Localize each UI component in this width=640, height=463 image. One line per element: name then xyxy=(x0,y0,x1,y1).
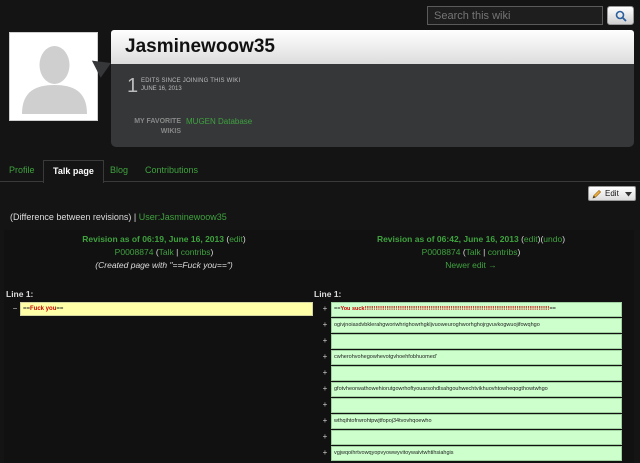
added-marker: + xyxy=(322,416,328,425)
added-line-pre: wthqihtofrwrohtpwjtfopoj34tvovhqoewho xyxy=(334,418,432,424)
profile-tabs: Profile Talk page Blog Contributions xyxy=(0,160,640,183)
tab-talk-page[interactable]: Talk page xyxy=(43,160,104,183)
added-line-pre: gfotvheorwathowehiorutgowrhoftyouarsohdl… xyxy=(334,386,548,392)
search-input[interactable] xyxy=(427,6,603,25)
added-line-red: You suck!!!!!!!!!!!!!!!!!!!!!!!!!!!!!!!!… xyxy=(340,306,550,312)
tab-profile[interactable]: Profile xyxy=(9,165,35,175)
added-line-pre: vgjwqoihrtvowqyopvyowwyvitoywaivtwhtihsi… xyxy=(334,450,454,456)
old-revision-comment: (Created page with "==Fuck you==") xyxy=(95,260,233,270)
new-revision-contribs-link[interactable]: contribs xyxy=(488,247,518,257)
removed-line-suffix: == xyxy=(56,306,64,312)
new-revision-title[interactable]: Revision as of 06:42, June 16, 2013 xyxy=(377,234,519,244)
chevron-down-icon xyxy=(625,192,632,197)
new-line-number: Line 1: xyxy=(314,289,342,299)
old-revision-edit-link[interactable]: edit xyxy=(229,234,243,244)
added-line xyxy=(331,334,622,349)
added-line xyxy=(331,366,622,381)
pencil-icon xyxy=(592,189,602,199)
removed-line-prefix: == xyxy=(23,306,31,312)
old-revision-info: Revision as of 06:19, June 16, 2013 (edi… xyxy=(9,233,319,272)
added-marker: + xyxy=(322,352,328,361)
new-revision-talk-link[interactable]: Talk xyxy=(466,247,481,257)
favorite-wiki-link[interactable]: MUGEN Database xyxy=(186,117,252,126)
profile-stats-panel: 1 EDITS SINCE JOINING THIS WIKI JUNE 16,… xyxy=(111,64,634,147)
added-marker: + xyxy=(322,336,328,345)
user-page-link[interactable]: User:Jasminewoow35 xyxy=(139,212,227,222)
diff-header: (Difference between revisions) | User:Ja… xyxy=(10,212,227,222)
added-line: wthqihtofrwrohtpwjtfopoj34tvovhqoewho xyxy=(331,414,622,429)
edit-button-label: Edit xyxy=(605,189,619,198)
edit-button[interactable]: Edit xyxy=(588,186,623,201)
avatar xyxy=(9,32,98,121)
added-marker: + xyxy=(322,432,328,441)
favorite-label-line2: WIKIS xyxy=(160,128,181,135)
favorite-wikis-label: MY FAVORITE WIKIS xyxy=(127,117,181,137)
old-revision-contribs-link[interactable]: contribs xyxy=(181,247,211,257)
removed-line-changed-text: Fuck you xyxy=(30,306,57,312)
added-line: vgjwqoihrtvowqyopvyowwyvitoywaivtwhtihsi… xyxy=(331,446,622,461)
diff-table: Revision as of 06:19, June 16, 2013 (edi… xyxy=(4,230,634,463)
tab-blog[interactable]: Blog xyxy=(110,165,128,175)
added-marker: + xyxy=(322,320,328,329)
added-marker: + xyxy=(322,400,328,409)
edit-count: 1 xyxy=(127,75,139,97)
added-line xyxy=(331,398,622,413)
old-line-number: Line 1: xyxy=(6,289,34,299)
added-marker: + xyxy=(322,448,328,457)
favorite-label-line1: MY FAVORITE xyxy=(134,118,181,125)
added-line-pre: ogivjnoiasdvbklerahgworiwhrighowrhgkljvu… xyxy=(334,322,540,328)
edit-count-label: EDITS SINCE JOINING THIS WIKI xyxy=(141,78,241,84)
added-line-pre: cwherohvohegowhevotgvhoehfobhuomed' xyxy=(334,354,437,360)
top-bar xyxy=(0,0,640,30)
added-line: cwherohvohegowhevotgvhoehfobhuomed' xyxy=(331,350,622,365)
edit-menu-dropdown[interactable] xyxy=(622,186,636,201)
new-revision-edit-link[interactable]: edit xyxy=(524,234,538,244)
newer-edit-link[interactable]: Newer edit → xyxy=(445,260,497,270)
profile-name-banner: Jasminewoow35 xyxy=(111,30,634,64)
join-date: JUNE 16, 2013 xyxy=(141,86,182,92)
diff-header-text: (Difference between revisions) | xyxy=(10,212,139,222)
added-line: gfotvheorwathowehiorutgowrhoftyouarsohdl… xyxy=(331,382,622,397)
tab-contributions[interactable]: Contributions xyxy=(145,165,198,175)
old-revision-talk-link[interactable]: Talk xyxy=(159,247,174,257)
new-revision-undo-link[interactable]: undo xyxy=(543,234,562,244)
added-marker: + xyxy=(322,304,328,313)
old-revision-title[interactable]: Revision as of 06:19, June 16, 2013 xyxy=(82,234,224,244)
search-button[interactable] xyxy=(607,6,634,25)
removed-line: ==Fuck you== xyxy=(20,302,313,316)
added-marker: + xyxy=(322,368,328,377)
added-marker: + xyxy=(322,384,328,393)
added-line: ==You suck!!!!!!!!!!!!!!!!!!!!!!!!!!!!!!… xyxy=(331,302,622,317)
default-avatar-icon xyxy=(22,46,87,114)
added-line: ogivjnoiasdvbklerahgworiwhrighowrhgkljvu… xyxy=(331,318,622,333)
new-revision-info: Revision as of 06:42, June 16, 2013 (edi… xyxy=(376,234,566,270)
added-line-post: == xyxy=(549,306,556,312)
user-name: Jasminewoow35 xyxy=(125,36,275,57)
new-revision-user-link[interactable]: P0008874 xyxy=(422,247,461,257)
search-icon xyxy=(615,10,627,22)
removed-marker: − xyxy=(12,304,18,313)
added-line xyxy=(331,430,622,445)
old-revision-user-link[interactable]: P0008874 xyxy=(115,247,154,257)
